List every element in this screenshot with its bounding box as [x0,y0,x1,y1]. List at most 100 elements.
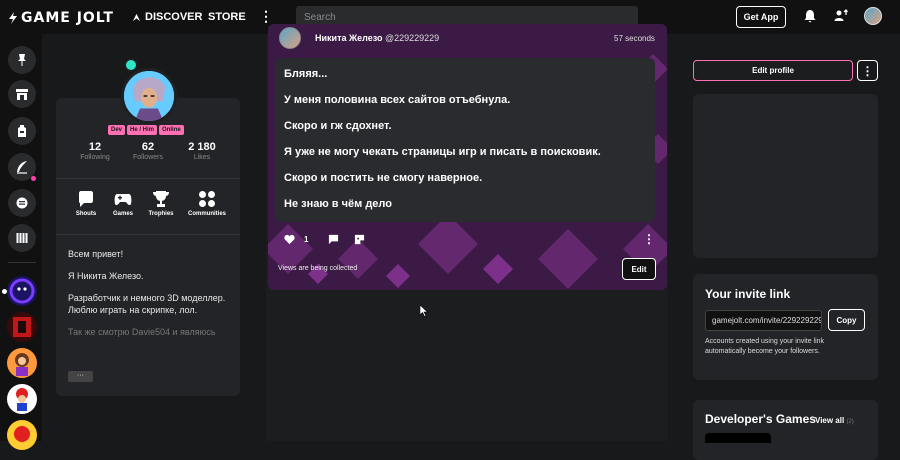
stat-followers[interactable]: 62 Followers [130,141,166,161]
bio-more-button[interactable]: ··· [68,371,93,382]
shouts-icon [79,191,93,207]
community-indicator [2,289,7,294]
tab-communities-label: Communities [187,211,226,217]
profile-options-button[interactable]: ⋮ [857,60,878,81]
bolt-icon [9,12,17,24]
tab-communities[interactable]: Communities [186,190,228,217]
comment-icon[interactable] [328,234,339,245]
profile-tabs: Shouts Games Trophies Communities [70,190,228,217]
view-all-count: (2) [846,419,854,425]
view-all-link[interactable]: View all (2) [815,416,854,425]
community-avatar-icon [16,388,28,411]
community-avatar-icon [13,317,31,337]
library-icon [16,233,28,243]
community-avatar-icon [14,426,30,442]
page-scrollbar[interactable] [886,34,896,441]
bio-line: Всем привет! [68,249,124,259]
like-icon[interactable] [284,234,295,245]
get-app-button[interactable]: Get App [736,6,786,28]
tab-shouts[interactable]: Shouts [70,190,102,217]
post-line: У меня половина всех сайтов отъебнула. [284,94,511,106]
sidebar-home-button[interactable] [8,46,36,74]
invite-link-field[interactable] [705,310,822,331]
nav-discover[interactable]: DISCOVER [132,11,202,23]
post-author-name: Никита Железо [315,33,383,43]
nav-more-button[interactable]: ⋮ [259,8,273,25]
chat-icon [16,197,28,209]
stat-followers-label: Followers [133,154,163,161]
mouse-cursor-icon [420,305,428,317]
pin-icon [18,54,26,66]
post-line: Бляяя... [284,68,328,80]
gamejolt-logo[interactable]: GAME JOLT [8,10,114,26]
developer-games-title: Developer's Games [705,412,816,426]
badge-pronouns: He / Him [127,125,158,135]
stat-likes: 2 180 Likes [184,141,220,161]
avatar-frame-ornament [124,58,138,72]
backpack-icon [18,125,26,137]
tab-trophies[interactable]: Trophies [146,190,176,217]
bio-line-faded: Так же смотрю Davie504 и являюсь его фан… [68,327,216,337]
friends-icon[interactable] [834,9,848,23]
stat-following-label: Following [80,154,110,161]
quill-icon [17,161,27,174]
nav-discover-label: DISCOVER [145,11,203,23]
sidebar-chat-button[interactable] [8,189,36,217]
sidebar-community-3[interactable] [7,348,37,378]
developer-game-thumbnail[interactable] [705,433,771,443]
tab-trophies-label: Trophies [148,211,174,217]
notification-dot [31,176,36,181]
post-author-avatar[interactable] [279,27,301,49]
profile-avatar[interactable] [121,68,177,124]
post-line: Скоро и гж сдохнет. [284,120,392,132]
profile-bio: Всем привет! Я Никита Железо. Разработчи… [68,248,228,348]
post-views: Views are being collected [278,265,358,272]
tab-shouts-label: Shouts [75,211,97,217]
post-timestamp[interactable]: 57 seconds [614,34,655,43]
community-avatar-icon [15,353,29,376]
sidebar-community-2[interactable] [7,312,37,342]
bio-line: Разработчик и немного 3D моделлер. Люблю… [68,293,226,315]
invite-note: Accounts created using your invite link … [705,338,825,355]
stat-following-count: 12 [88,141,102,153]
post-options-button[interactable]: ⋮ [643,232,655,246]
post-line: Я уже не могу чекать страницы игр и писа… [284,146,601,158]
trophy-icon [153,191,169,207]
profile-avatar-image [124,71,174,121]
sidebar-backpack-button[interactable] [8,117,36,145]
developer-games-panel [693,400,878,460]
badge-dev: Dev [108,125,126,135]
profile-divider [56,234,240,235]
stat-likes-label: Likes [193,154,211,161]
post-line: Не знаю в чём дело [284,198,392,210]
stat-followers-count: 62 [141,141,155,153]
bell-icon[interactable] [803,9,817,23]
sidebar-store-button[interactable] [8,80,36,108]
post-edit-button[interactable]: Edit [622,258,656,280]
gamepad-icon [114,194,132,206]
profile-badges: Dev He / Him Online [108,125,184,135]
user-avatar[interactable] [864,7,882,25]
tab-games-label: Games [112,211,133,217]
profile-divider [56,178,240,179]
edit-profile-button[interactable]: Edit profile [693,60,853,81]
stat-likes-count: 2 180 [188,141,216,153]
ad-panel [693,94,878,258]
like-count: 1 [304,235,309,244]
copy-invite-button[interactable]: Copy [828,309,865,331]
stat-following[interactable]: 12 Following [78,141,112,161]
tab-games[interactable]: Games [110,190,136,217]
view-all-label: View all [815,416,845,425]
store-icon [16,89,28,100]
sidebar-divider [8,262,36,263]
sidebar-community-4[interactable] [7,384,37,414]
sidebar-community-1[interactable] [7,276,37,306]
post-author[interactable]: Никита Железо @229229229 [315,33,439,43]
sidebar-community-5[interactable] [7,420,37,450]
post-line: Скоро и постить не смогу наверное. [284,172,483,184]
nav-store[interactable]: STORE [208,11,246,23]
community-avatar-icon [9,278,35,304]
invite-title: Your invite link [705,287,791,301]
sticker-icon[interactable] [354,234,365,245]
sidebar-library-button[interactable] [8,224,36,252]
